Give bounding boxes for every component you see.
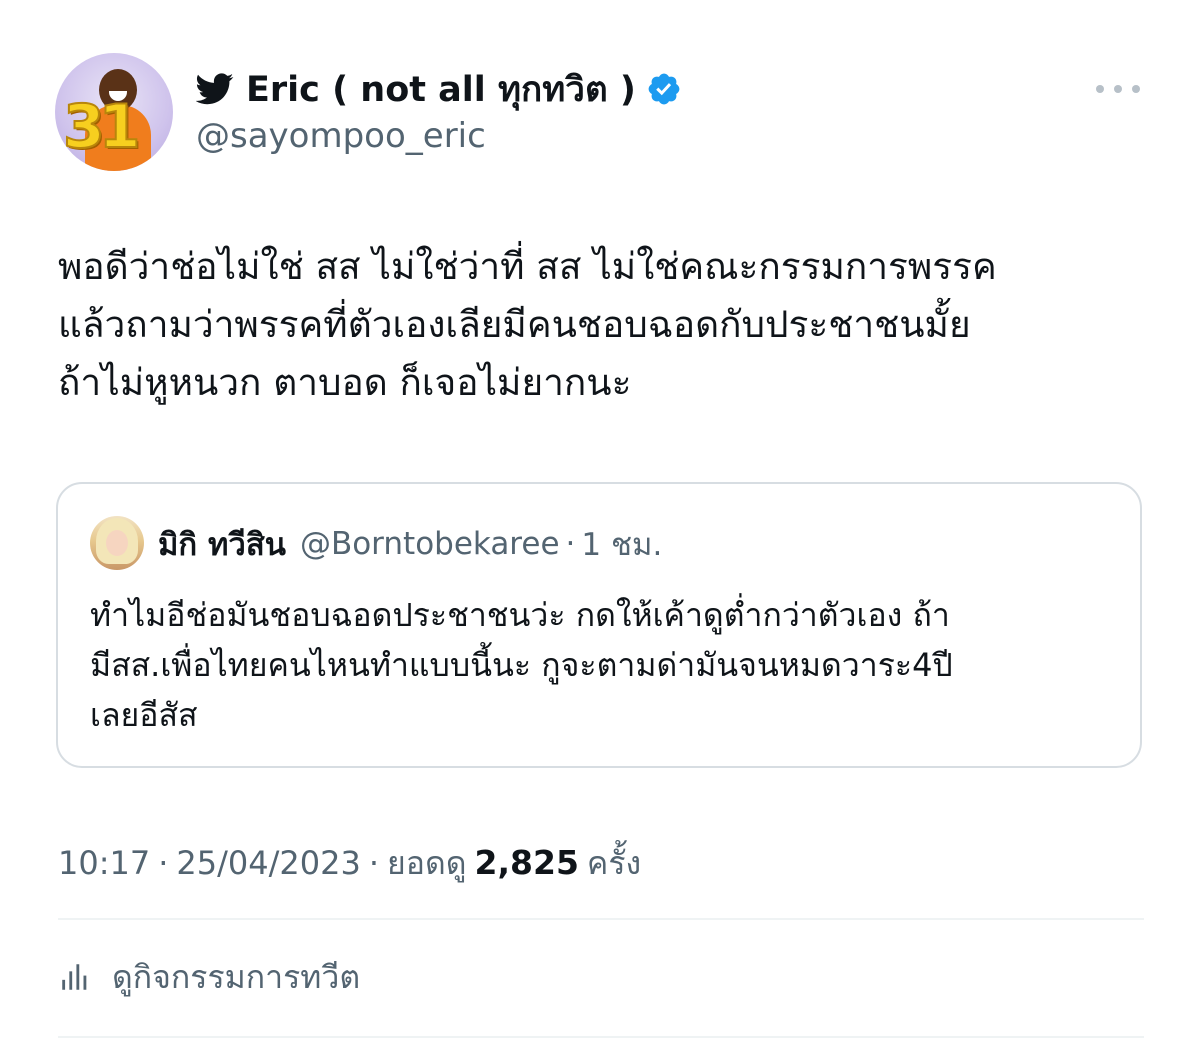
author-name-row[interactable]: Eric ( not all ทุกทวิต ) [196, 66, 682, 112]
verified-badge-icon [648, 73, 680, 105]
tweet-meta: 10:17 · 25/04/2023 · ยอดดู 2,825 ครั้ง [58, 838, 641, 886]
avatar-face [106, 530, 128, 556]
avatar-number: 31 [62, 92, 141, 162]
more-dot [1114, 85, 1122, 93]
quoted-tweet-text: ทำไมอีช่อมันชอบฉอดประชาชนว่ะ กดให้เค้าดู… [90, 590, 1120, 740]
separator-dot: · [565, 526, 576, 562]
more-dot [1132, 85, 1140, 93]
tweet-date[interactable]: 25/04/2023 [176, 844, 360, 882]
tweet-time[interactable]: 10:17 [58, 844, 150, 882]
quoted-tweet-header: มิกิ ทวีสิน @Borntobekaree · 1 ชม. [158, 522, 662, 566]
tweet-text-line: ถ้าไม่หูหนวก ตาบอด ก็เจอไม่ยากนะ [58, 361, 632, 404]
quoted-author-name[interactable]: มิกิ ทวีสิน [158, 519, 286, 569]
quoted-tweet-card[interactable]: มิกิ ทวีสิน @Borntobekaree · 1 ชม. ทำไมอ… [56, 482, 1142, 768]
view-tweet-activity-button[interactable]: ดูกิจกรรมการทวีต [58, 952, 360, 1002]
tweet-text: พอดีว่าช่อไม่ใช่ สส ไม่ใช่ว่าที่ สส ไม่ใ… [58, 238, 1148, 412]
author-avatar[interactable]: 31 [55, 53, 173, 171]
quoted-author-handle[interactable]: @Borntobekaree [300, 526, 560, 562]
author-handle[interactable]: @sayompoo_eric [196, 116, 486, 156]
author-display-name[interactable]: Eric ( not all ทุกทวิต ) [246, 62, 636, 117]
divider [58, 918, 1144, 920]
activity-label[interactable]: ดูกิจกรรมการทวีต [112, 952, 360, 1003]
quoted-tweet-time: 1 ชม. [581, 527, 663, 563]
quoted-text-line: มีสส.เพื่อไทยคนไหนทำแบบนี้นะ กูจะตามด่าม… [90, 646, 953, 684]
views-label: ยอดดู [387, 844, 467, 882]
quoted-author-avatar[interactable] [90, 516, 144, 570]
more-dot [1096, 85, 1104, 93]
separator-dot: · [158, 844, 169, 882]
views-suffix: ครั้ง [586, 844, 642, 882]
quoted-text-line: ทำไมอีช่อมันชอบฉอดประชาชนว่ะ กดให้เค้าดู… [90, 596, 950, 634]
analytics-icon [62, 964, 87, 990]
twitter-bird-icon [196, 73, 234, 105]
more-options-icon[interactable] [1096, 76, 1140, 102]
views-count: 2,825 [474, 843, 579, 882]
divider [58, 1036, 1144, 1038]
separator-dot: · [368, 844, 379, 882]
quoted-text-line: เลยอีสัส [90, 696, 198, 734]
tweet-text-line: แล้วถามว่าพรรคที่ตัวเองเลียมีคนชอบฉอดกับ… [58, 303, 971, 346]
tweet-text-line: พอดีว่าช่อไม่ใช่ สส ไม่ใช่ว่าที่ สส ไม่ใ… [58, 245, 997, 288]
